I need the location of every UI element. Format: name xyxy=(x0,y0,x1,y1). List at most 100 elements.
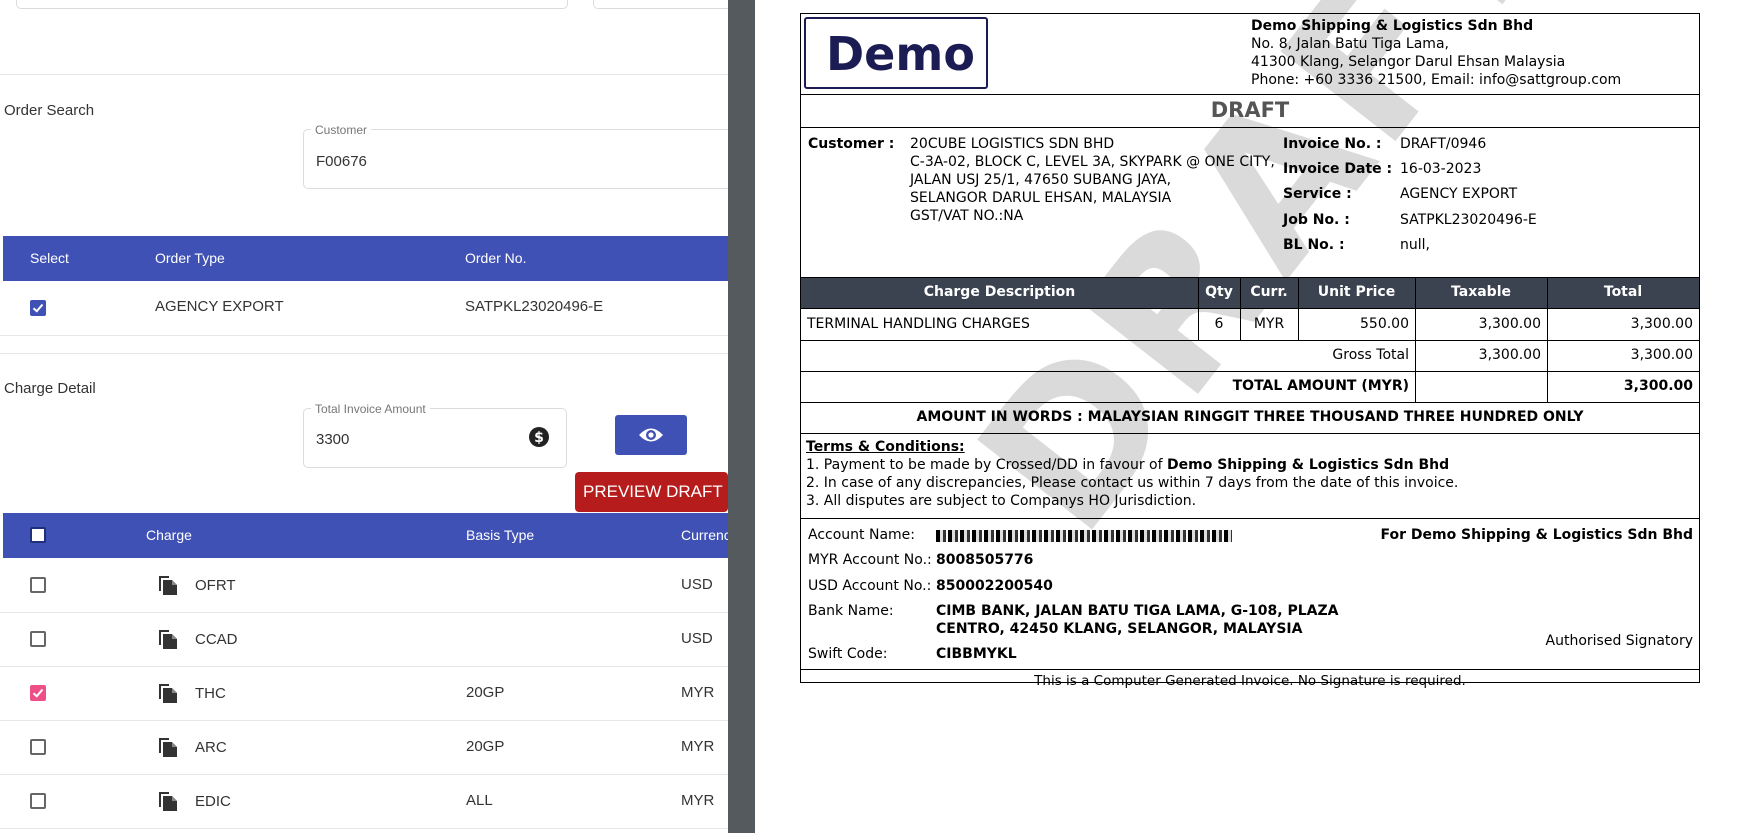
meta-value: 16-03-2023 xyxy=(1400,161,1482,177)
bank-name-label: Bank Name: xyxy=(808,603,894,619)
meta-value: null, xyxy=(1400,237,1430,253)
account-name-label: Account Name: xyxy=(808,527,915,543)
copy-icon[interactable] xyxy=(156,789,180,813)
line-qty: 6 xyxy=(1214,316,1224,332)
total-invoice-label: Total Invoice Amount xyxy=(311,402,430,416)
col-select[interactable]: Select xyxy=(30,250,69,266)
charge-cell: ARC xyxy=(195,739,227,756)
line-unit-price: 550.00 xyxy=(1360,316,1409,332)
invoice-preview: DRAFT Demo Demo Shipping & Logistics Sdn… xyxy=(755,0,1741,833)
meta-label: Invoice No. : xyxy=(1283,136,1382,152)
invoice-status: DRAFT xyxy=(1210,98,1290,122)
logo-text: Demo xyxy=(826,27,975,81)
preview-draft-button[interactable]: PREVIEW DRAFT xyxy=(575,472,728,512)
charge-detail-title: Charge Detail xyxy=(4,380,96,397)
eye-icon xyxy=(639,428,663,442)
dollar-circle-icon: $ xyxy=(529,427,549,447)
view-button[interactable] xyxy=(615,415,687,455)
charge-table-header: Charge Description Qty Curr. Unit Price … xyxy=(801,278,1699,309)
col-order-no[interactable]: Order No. xyxy=(465,250,526,266)
usd-account-label: USD Account No.: xyxy=(808,578,932,594)
company-name: Demo Shipping & Logistics Sdn Bhd xyxy=(1251,18,1534,34)
col-line xyxy=(1198,278,1199,341)
charge-cell: THC xyxy=(195,685,226,702)
row-divider xyxy=(0,335,728,336)
select-all-checkbox[interactable] xyxy=(30,527,46,543)
col-basis-type[interactable]: Basis Type xyxy=(466,527,534,543)
currency-cell: USD xyxy=(681,576,713,593)
currency-cell: MYR xyxy=(681,792,715,809)
line-taxable: 3,300.00 xyxy=(1478,316,1541,332)
check-icon xyxy=(32,688,44,698)
for-company: For Demo Shipping & Logistics Sdn Bhd xyxy=(1380,527,1693,543)
copy-icon[interactable] xyxy=(156,735,180,759)
col-currency[interactable]: Currenc xyxy=(681,527,728,543)
terms-title: Terms & Conditions: xyxy=(806,439,965,455)
basis-cell: 20GP xyxy=(466,738,505,755)
meta-label: BL No. : xyxy=(1283,237,1345,253)
charge-cell: EDIC xyxy=(195,793,231,810)
total-amount-value: 3,300.00 xyxy=(1623,378,1693,394)
bank-details-section: Account Name: MYR Account No.: 800850577… xyxy=(801,519,1699,670)
currency-cell: MYR xyxy=(681,684,715,701)
myr-account-value: 8008505776 xyxy=(936,552,1034,568)
copy-icon[interactable] xyxy=(156,681,180,705)
swift-label: Swift Code: xyxy=(808,646,888,662)
row-divider xyxy=(0,720,728,721)
invoice-document: Demo Demo Shipping & Logistics Sdn Bhd N… xyxy=(800,13,1700,689)
invoice-header: Demo Demo Shipping & Logistics Sdn Bhd N… xyxy=(801,14,1699,95)
gross-total-label: Gross Total xyxy=(1332,347,1409,363)
col-line xyxy=(1547,278,1548,403)
line-curr: MYR xyxy=(1253,316,1285,332)
divider xyxy=(0,74,728,75)
th-description: Charge Description xyxy=(923,284,1076,300)
term-1-company: Demo Shipping & Logistics Sdn Bhd xyxy=(1167,457,1450,473)
customer-line: SELANGOR DARUL EHSAN, MALAYSIA xyxy=(910,190,1172,206)
col-order-type[interactable]: Order Type xyxy=(155,250,225,266)
basis-cell: ALL xyxy=(466,792,493,809)
currency-cell: MYR xyxy=(681,738,715,755)
order-form-panel: Order Search Customer F00676 Select Orde… xyxy=(0,0,728,833)
footer-note: This is a Computer Generated Invoice. No… xyxy=(1034,673,1466,689)
customer-line: GST/VAT NO.:NA xyxy=(910,208,1024,224)
order-type-cell: AGENCY EXPORT xyxy=(155,298,284,315)
row-divider xyxy=(0,612,728,613)
authorised-signatory: Authorised Signatory xyxy=(1545,633,1693,649)
customer-label: Customer : xyxy=(808,136,895,152)
order-select-checkbox[interactable] xyxy=(30,300,46,316)
company-contact: Phone: +60 3336 21500, Email: info@sattg… xyxy=(1251,72,1622,88)
charge-checkbox[interactable] xyxy=(30,793,46,809)
col-charge[interactable]: Charge xyxy=(146,527,192,543)
charge-checkbox[interactable] xyxy=(30,739,46,755)
modal-divider xyxy=(728,0,755,833)
check-icon xyxy=(32,303,44,313)
top-field-right[interactable] xyxy=(593,0,728,9)
orders-table-header: Select Order Type Order No. xyxy=(3,236,728,281)
customer-line: JALAN USJ 25/1, 47650 SUBANG JAYA, xyxy=(910,172,1172,188)
company-logo: Demo xyxy=(804,17,988,89)
order-search-title: Order Search xyxy=(4,102,95,119)
col-line xyxy=(1298,278,1299,341)
myr-account-label: MYR Account No.: xyxy=(808,552,932,568)
charge-checkbox[interactable] xyxy=(30,685,46,701)
customer-line: 20CUBE LOGISTICS SDN BHD xyxy=(910,136,1115,152)
customer-field-label: Customer xyxy=(311,123,372,137)
terms-section: Terms & Conditions: 1. Payment to be mad… xyxy=(801,434,1699,519)
copy-icon[interactable] xyxy=(156,627,180,651)
amount-words-row: AMOUNT IN WORDS : MALAYSIAN RINGGIT THRE… xyxy=(801,403,1699,434)
charge-cell: CCAD xyxy=(195,631,238,648)
meta-value: DRAFT/0946 xyxy=(1400,136,1487,152)
charge-checkbox[interactable] xyxy=(30,577,46,593)
company-address-1: No. 8, Jalan Batu Tiga Lama, xyxy=(1251,36,1449,52)
row-divider xyxy=(0,774,728,775)
total-invoice-value: 3300 xyxy=(316,431,350,448)
svg-text:$: $ xyxy=(534,430,544,446)
charge-checkbox[interactable] xyxy=(30,631,46,647)
th-curr: Curr. xyxy=(1250,284,1288,300)
term-1: 1. Payment to be made by Crossed/DD in f… xyxy=(806,457,1449,473)
top-field-left[interactable] xyxy=(16,0,568,9)
th-total: Total xyxy=(1603,284,1643,300)
copy-icon[interactable] xyxy=(156,573,180,597)
term-1-text: 1. Payment to be made by Crossed/DD in f… xyxy=(806,457,1167,473)
basis-cell: 20GP xyxy=(466,684,505,701)
